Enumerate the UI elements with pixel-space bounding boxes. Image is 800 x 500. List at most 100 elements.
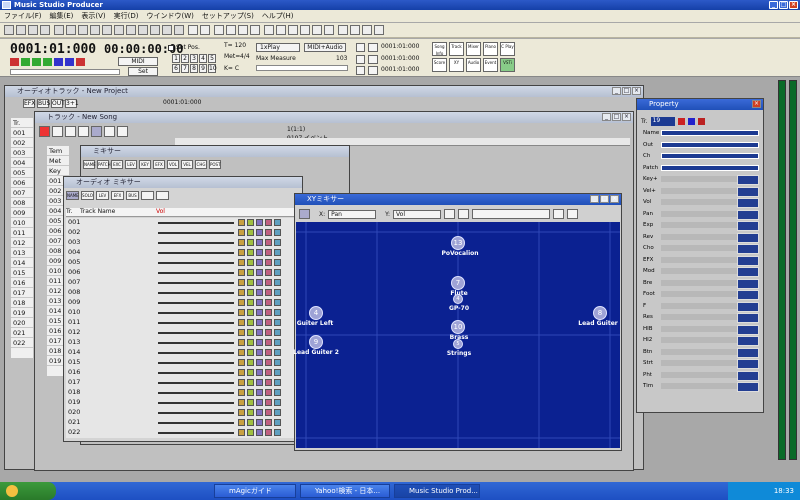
amix-lev-button[interactable]: LEV [96, 191, 109, 200]
property-slider[interactable] [661, 221, 759, 231]
channel-toggle[interactable] [274, 419, 281, 426]
clipboard-icon[interactable] [276, 25, 286, 35]
piano-icon[interactable] [52, 126, 63, 137]
play-icon[interactable] [43, 58, 52, 66]
channel-toggle[interactable] [256, 339, 263, 346]
mute-toggle[interactable] [677, 118, 685, 125]
list-item[interactable]: 001 [11, 128, 33, 138]
channel-toggle[interactable] [274, 389, 281, 396]
mixer-efx-button[interactable]: EFX [153, 160, 165, 169]
numpad-4[interactable]: 4 [199, 54, 207, 63]
table-row[interactable]: 007 [66, 278, 298, 288]
efx-button[interactable]: EFX [23, 99, 35, 108]
disk-icon[interactable] [150, 25, 160, 35]
volume-fader[interactable] [158, 322, 234, 324]
amix-solo-button[interactable]: SOLO [81, 191, 94, 200]
track-window-button[interactable]: Track [449, 42, 464, 56]
marker-c-icon[interactable] [368, 66, 378, 75]
table-row[interactable]: 019 [66, 398, 298, 408]
end-icon[interactable] [76, 58, 85, 66]
xy-node[interactable]: 8 [593, 306, 607, 320]
channel-toggle[interactable] [274, 409, 281, 416]
midi-file-icon[interactable] [78, 25, 88, 35]
channel-toggle[interactable] [247, 299, 254, 306]
volume-fader[interactable] [158, 352, 234, 354]
channel-toggle[interactable] [274, 219, 281, 226]
list-item[interactable]: 022 [11, 338, 33, 348]
list-item[interactable]: 010 [11, 218, 33, 228]
list2-icon[interactable] [350, 25, 360, 35]
table-row[interactable]: 008 [66, 288, 298, 298]
channel-toggle[interactable] [238, 429, 245, 436]
channel-toggle[interactable] [274, 429, 281, 436]
property-slider[interactable] [661, 359, 759, 369]
mixer-post-button[interactable]: POST [209, 160, 221, 169]
marker-b-icon[interactable] [368, 55, 378, 64]
channel-toggle[interactable] [247, 249, 254, 256]
volume-fader[interactable] [158, 262, 234, 264]
list-item[interactable]: 018 [11, 298, 33, 308]
property-slider[interactable] [661, 301, 759, 312]
channel-toggle[interactable] [265, 229, 272, 236]
list-item[interactable]: 005 [11, 168, 33, 178]
table-row[interactable]: 017 [66, 378, 298, 388]
piano-roll-button[interactable]: Piano [483, 42, 498, 56]
property-slider[interactable] [661, 244, 759, 254]
marker-b-button[interactable] [356, 55, 365, 64]
patch-icon[interactable] [117, 126, 128, 137]
channel-toggle[interactable] [256, 239, 263, 246]
channel-toggle[interactable] [274, 229, 281, 236]
table-row[interactable]: 001 [66, 218, 298, 228]
channel-toggle[interactable] [238, 319, 245, 326]
property-slider[interactable] [661, 324, 759, 335]
list-item[interactable]: 011 [11, 228, 33, 238]
channel-toggle[interactable] [238, 379, 245, 386]
list-item[interactable]: 012 [11, 238, 33, 248]
table-row[interactable]: 003 [66, 238, 298, 248]
music-icon[interactable] [39, 126, 50, 137]
volume-fader[interactable] [158, 242, 234, 244]
maximize-button[interactable]: □ [600, 195, 609, 203]
numpad-10[interactable]: 10 [208, 64, 217, 73]
channels-button[interactable]: 3+1 [65, 99, 79, 108]
channel-toggle[interactable] [238, 339, 245, 346]
channel-toggle[interactable] [274, 339, 281, 346]
channel-toggle[interactable] [274, 299, 281, 306]
stop-icon[interactable] [54, 58, 63, 66]
channel-toggle[interactable] [256, 319, 263, 326]
list-item[interactable]: 009 [11, 208, 33, 218]
channel-toggle[interactable] [247, 349, 254, 356]
channel-toggle[interactable] [256, 419, 263, 426]
cd-icon[interactable] [114, 25, 124, 35]
channel-toggle[interactable] [247, 409, 254, 416]
list-item[interactable]: 003 [11, 148, 33, 158]
channel-toggle[interactable] [274, 269, 281, 276]
channel-toggle[interactable] [274, 309, 281, 316]
channel-toggle[interactable] [247, 339, 254, 346]
channel-toggle[interactable] [265, 289, 272, 296]
channel-toggle[interactable] [265, 249, 272, 256]
numpad-5[interactable]: 5 [208, 54, 216, 63]
close-button[interactable]: × [752, 100, 761, 108]
table-row[interactable]: 021 [66, 418, 298, 428]
export-icon[interactable] [66, 25, 76, 35]
channel-toggle[interactable] [247, 429, 254, 436]
channel-toggle[interactable] [238, 299, 245, 306]
mixer-vel-button[interactable]: VEL [181, 160, 193, 169]
table-row[interactable]: 020 [66, 408, 298, 418]
channel-toggle[interactable] [265, 429, 272, 436]
volume-fader[interactable] [158, 402, 234, 404]
set-pos-toggle[interactable]: Set Pos. [168, 44, 200, 51]
channel-toggle[interactable] [265, 219, 272, 226]
channel-toggle[interactable] [265, 319, 272, 326]
property-slider[interactable] [661, 232, 759, 243]
solo-toggle[interactable] [687, 118, 695, 125]
volume-fader[interactable] [158, 252, 234, 254]
channel-toggle[interactable] [256, 219, 263, 226]
max-measure-slider[interactable] [256, 65, 348, 71]
property-slider[interactable] [661, 130, 759, 136]
menu-setup[interactable]: セットアップ(S) [202, 11, 254, 21]
table-row[interactable]: 013 [66, 338, 298, 348]
amix-bus-button[interactable]: BUS [126, 191, 139, 200]
new-file-icon[interactable] [4, 25, 14, 35]
